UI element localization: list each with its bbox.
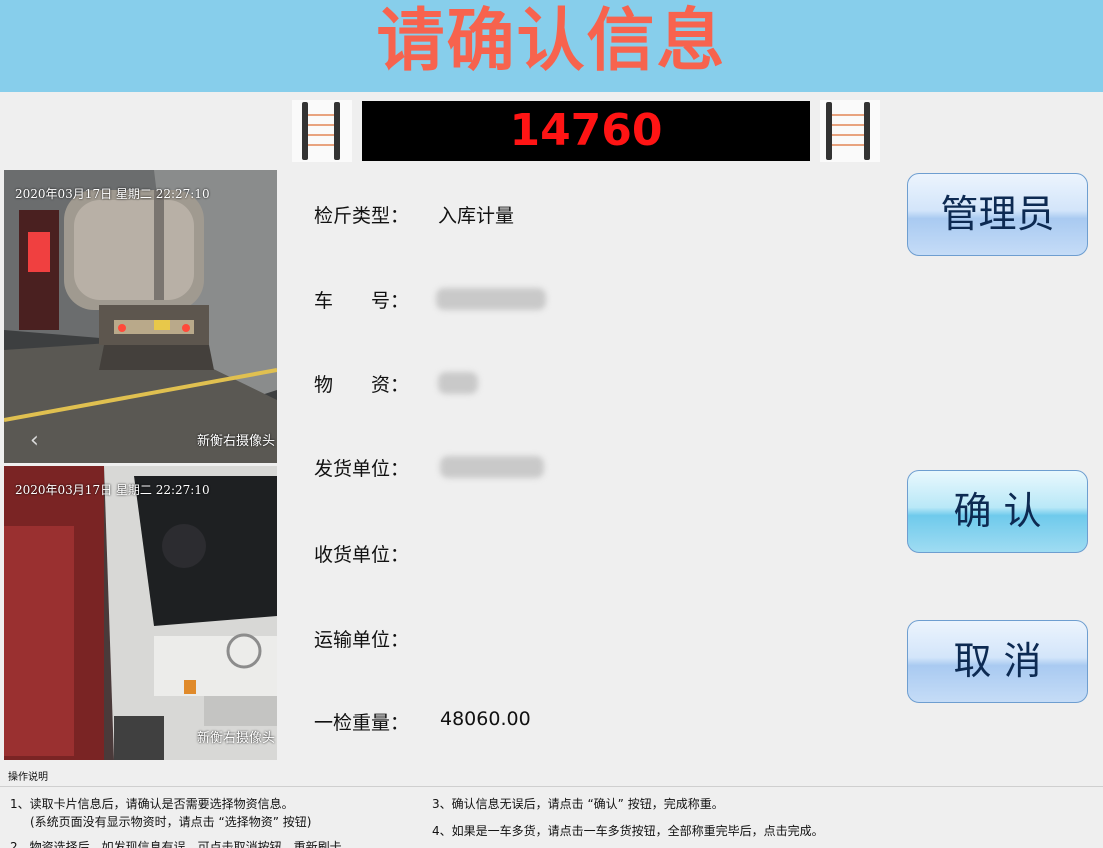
material-label: 物 资： <box>314 374 410 396</box>
page-title: 请确认信息 <box>376 2 727 81</box>
instructions-title: 操作说明 <box>8 772 48 783</box>
right-light-curtain-icon <box>820 100 880 162</box>
camera-feed-2: 2020年03月17日 星期二 22:27:10 新衡右摄像头 <box>4 466 277 760</box>
left-light-curtain-icon <box>292 100 352 162</box>
camera-1-name: 新衡右摄像头 <box>196 434 275 449</box>
confirm-button[interactable]: 确 认 <box>907 470 1088 553</box>
first-weight-label: 一检重量： <box>314 712 410 734</box>
vehicle-no-label: 车 号： <box>314 290 410 312</box>
receiver-label: 收货单位： <box>314 544 410 566</box>
instructions-divider <box>0 786 1103 787</box>
weight-display-value: 14760 <box>509 105 663 156</box>
shipper-value-redacted <box>440 456 544 478</box>
chevron-left-icon[interactable]: ‹ <box>30 428 39 453</box>
instruction-item: (系统页面没有显示物资时，请点击 “选择物资” 按钮) <box>30 815 312 829</box>
inspect-type-value: 入库计量 <box>438 205 515 227</box>
instruction-item: 3、确认信息无误后，请点击 “确认” 按钮，完成称重。 <box>432 797 724 811</box>
inspect-type-label: 检斤类型： <box>314 205 410 227</box>
truck-cab-image <box>4 466 277 760</box>
tanker-truck-image <box>4 170 277 463</box>
first-weight-value: 48060.00 <box>440 708 531 730</box>
transport-label: 运输单位： <box>314 629 410 651</box>
camera-1-timestamp: 2020年03月17日 星期二 22:27:10 <box>15 187 210 201</box>
instruction-item: 2、物资选择后，如发现信息有误，可点击取消按钮，重新刷卡。 <box>10 840 354 848</box>
camera-2-timestamp: 2020年03月17日 星期二 22:27:10 <box>15 483 210 497</box>
cancel-button[interactable]: 取 消 <box>907 620 1088 703</box>
weight-display: 14760 <box>362 101 810 161</box>
header-bar: 请确认信息 <box>0 0 1103 92</box>
instruction-item: 4、如果是一车多货，请点击一车多货按钮，全部称重完毕后，点击完成。 <box>432 824 824 838</box>
admin-button[interactable]: 管理员 <box>907 173 1088 256</box>
material-value-redacted <box>438 372 478 394</box>
camera-2-name: 新衡右摄像头 <box>196 731 275 746</box>
vehicle-no-value-redacted <box>436 288 546 310</box>
camera-feed-1: 2020年03月17日 星期二 22:27:10 ‹ 新衡右摄像头 <box>4 170 277 463</box>
instruction-item: 1、读取卡片信息后，请确认是否需要选择物资信息。 <box>10 797 294 811</box>
shipper-label: 发货单位： <box>314 458 410 480</box>
